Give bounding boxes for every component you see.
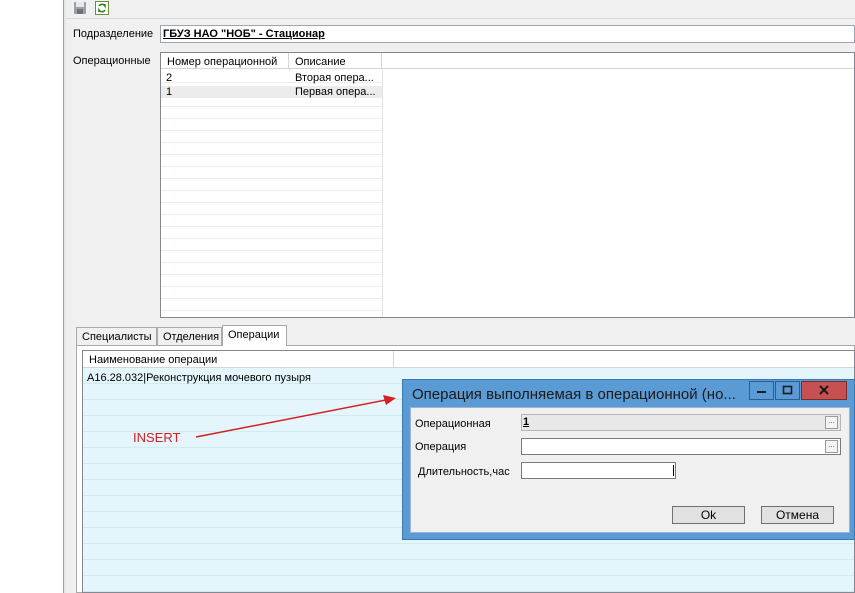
column-divider bbox=[382, 69, 383, 317]
operating-room-value: 1 bbox=[523, 416, 530, 428]
dialog-title: Операция выполняемая в операционной (но.… bbox=[412, 386, 736, 403]
column-header-number[interactable]: Номер операционной bbox=[161, 53, 289, 69]
text-cursor bbox=[673, 465, 674, 476]
insert-annotation: INSERT bbox=[133, 430, 181, 445]
duration-label: Длительность,час bbox=[418, 466, 510, 478]
table-cell-operation[interactable]: A16.28.032|Реконструкция мочевого пузыря bbox=[87, 373, 311, 384]
ellipsis-icon[interactable]: ... bbox=[825, 416, 838, 429]
operation-label: Операция bbox=[415, 441, 467, 453]
left-panel bbox=[0, 0, 63, 593]
operating-room-label: Операционная bbox=[415, 418, 491, 430]
tab-specialists[interactable]: Специалисты bbox=[76, 327, 157, 345]
close-button[interactable] bbox=[801, 381, 847, 400]
refresh-icon[interactable] bbox=[95, 1, 109, 15]
table-cell-description[interactable]: Первая опера... bbox=[295, 87, 376, 98]
operation-field[interactable] bbox=[521, 438, 841, 455]
cancel-button[interactable]: Отмена bbox=[761, 506, 834, 524]
operating-room-field bbox=[521, 414, 841, 431]
save-icon[interactable] bbox=[73, 1, 87, 15]
subdivision-label: Подразделение bbox=[73, 28, 154, 40]
table-cell-description[interactable]: Вторая опера... bbox=[295, 73, 374, 84]
column-header-filler bbox=[382, 53, 854, 69]
duration-field[interactable] bbox=[521, 462, 676, 479]
minimize-button[interactable] bbox=[749, 381, 774, 400]
tab-departments[interactable]: Отделения bbox=[157, 327, 222, 345]
column-header-operation-name[interactable]: Наименование операции bbox=[83, 351, 394, 368]
subdivision-value[interactable]: ГБУЗ НАО "НОБ" - Стационар bbox=[163, 28, 325, 40]
toolbar bbox=[66, 0, 855, 19]
ellipsis-icon[interactable]: ... bbox=[825, 440, 838, 453]
maximize-icon bbox=[782, 385, 793, 395]
table-cell-number[interactable]: 1 bbox=[166, 87, 172, 98]
maximize-button[interactable] bbox=[775, 381, 800, 400]
arrow-icon bbox=[195, 395, 396, 438]
column-header-description[interactable]: Описание bbox=[289, 53, 382, 69]
table-cell-number[interactable]: 2 bbox=[166, 73, 172, 84]
grid-rows bbox=[161, 71, 382, 317]
tab-operations[interactable]: Операции bbox=[222, 325, 287, 346]
column-header-filler bbox=[394, 351, 854, 368]
operating-rooms-label: Операционные bbox=[73, 55, 151, 67]
minimize-icon bbox=[757, 391, 766, 393]
close-icon bbox=[819, 385, 829, 395]
ok-button[interactable]: Ok bbox=[672, 506, 745, 524]
